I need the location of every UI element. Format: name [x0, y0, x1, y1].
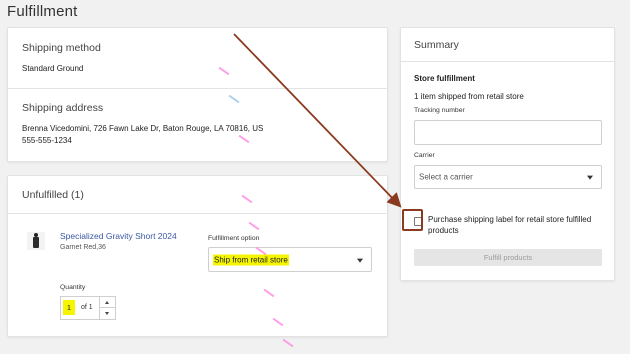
annotation-arrow [233, 33, 402, 208]
